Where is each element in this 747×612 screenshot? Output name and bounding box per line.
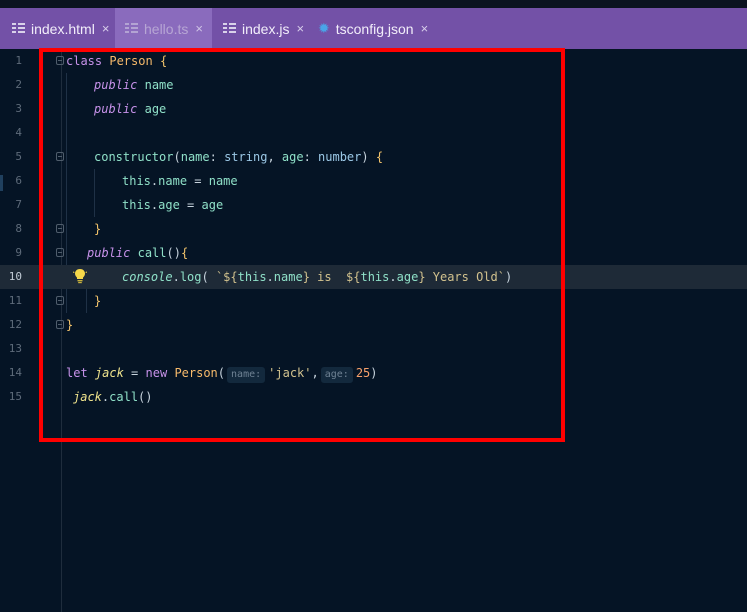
line-number: 13 — [8, 342, 22, 355]
close-icon[interactable]: × — [195, 21, 203, 36]
tab-bar: index.html × hello.ts × index.js × ✹ tsc… — [0, 0, 747, 49]
close-icon[interactable]: × — [296, 21, 304, 36]
file-lines-icon — [12, 23, 25, 34]
line-number: 14 — [8, 366, 22, 379]
code-line[interactable]: 14 let jack = new Person(name:'jack', age… — [0, 361, 747, 385]
code-text: constructor(name: string, age: number) { — [94, 150, 384, 164]
code-text: } — [94, 294, 102, 308]
code-line[interactable]: 2 public name — [0, 73, 747, 97]
tab-index-html[interactable]: index.html × — [12, 8, 109, 49]
code-text: } — [94, 222, 102, 236]
fold-icon[interactable] — [56, 224, 64, 233]
fold-icon[interactable] — [56, 152, 64, 161]
code-line[interactable]: 1 class Person { — [0, 49, 747, 73]
close-icon[interactable]: × — [421, 21, 429, 36]
parameter-hint: age: — [320, 367, 353, 383]
tab-tsconfig-json[interactable]: ✹ tsconfig.json × — [318, 8, 428, 49]
fold-icon[interactable] — [56, 248, 64, 257]
fold-icon[interactable] — [56, 296, 64, 305]
code-text: public age — [94, 102, 167, 116]
code-text: this.name = name — [122, 174, 238, 188]
code-text: } — [66, 318, 74, 332]
line-number: 3 — [15, 102, 22, 115]
line-number: 10 — [8, 270, 22, 283]
line-number: 9 — [15, 246, 22, 259]
file-lines-icon — [223, 23, 236, 34]
fold-icon[interactable] — [56, 56, 64, 65]
code-line[interactable]: 7 this.age = age — [0, 193, 747, 217]
code-text: let jack = new Person(name:'jack', age: 25… — [66, 361, 378, 385]
code-text: class Person { — [66, 54, 168, 68]
line-number: 5 — [15, 150, 22, 163]
code-line[interactable]: 9 public call(){ — [0, 241, 747, 265]
gear-icon: ✹ — [318, 20, 330, 36]
code-line[interactable]: 5 constructor(name: string, age: number)… — [0, 145, 747, 169]
line-number: 2 — [15, 78, 22, 91]
line-number: 1 — [15, 54, 22, 67]
tab-label: index.js — [242, 20, 290, 37]
code-line-current[interactable]: 10 console.log( `${this.name} is ${this.… — [0, 265, 747, 289]
line-number: 8 — [15, 222, 22, 235]
line-number: 7 — [15, 198, 22, 211]
code-line[interactable]: 8 } — [0, 217, 747, 241]
file-lines-icon — [125, 23, 138, 34]
fold-icon[interactable] — [56, 320, 64, 329]
window-top-strip — [0, 0, 747, 8]
code-line[interactable]: 4 — [0, 121, 747, 145]
code-text: console.log( `${this.name} is ${this.age… — [122, 270, 513, 284]
lightbulb-icon[interactable] — [73, 268, 87, 284]
line-number: 6 — [15, 174, 22, 187]
code-line[interactable]: 11 } — [0, 289, 747, 313]
code-text: this.age = age — [122, 198, 224, 212]
code-line[interactable]: 15 jack.call() — [0, 385, 747, 409]
code-text: jack.call() — [73, 390, 153, 404]
tab-label: index.html — [31, 20, 95, 37]
code-text: public name — [94, 78, 174, 92]
tab-label: hello.ts — [144, 20, 189, 37]
tab-label: tsconfig.json — [335, 20, 414, 37]
code-line[interactable]: 6 this.name = name — [0, 169, 747, 193]
line-number: 4 — [15, 126, 22, 139]
line-number: 15 — [8, 390, 22, 403]
code-line[interactable]: 3 public age — [0, 97, 747, 121]
code-line[interactable]: 12 } — [0, 313, 747, 337]
parameter-hint: name: — [227, 367, 266, 383]
tab-index-js[interactable]: index.js × — [223, 8, 304, 49]
code-text: public call(){ — [87, 246, 189, 260]
code-line[interactable]: 13 — [0, 337, 747, 361]
close-icon[interactable]: × — [102, 21, 110, 36]
line-number: 12 — [8, 318, 22, 331]
line-number: 11 — [8, 294, 22, 307]
tab-hello-ts[interactable]: hello.ts × — [115, 8, 212, 49]
